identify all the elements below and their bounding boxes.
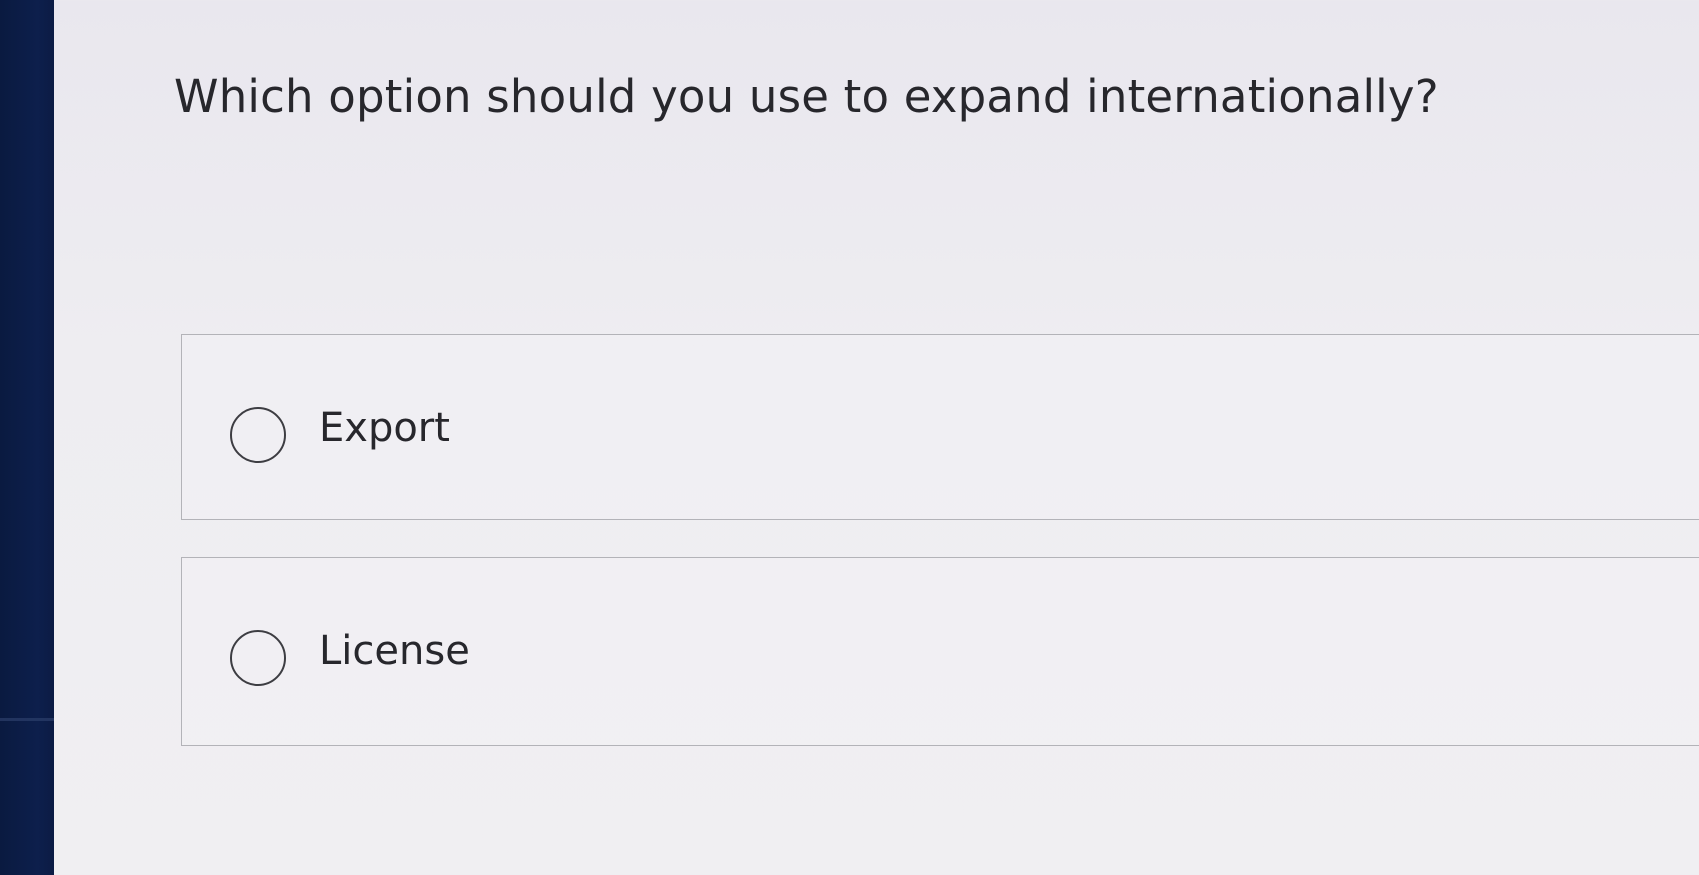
question-text: Which option should you use to expand in…	[174, 70, 1439, 123]
radio-button-icon[interactable]	[230, 630, 286, 686]
left-side-bar	[0, 0, 54, 875]
option-label: Export	[319, 405, 450, 451]
radio-button-icon[interactable]	[230, 407, 286, 463]
option-label: License	[319, 628, 470, 674]
option-license[interactable]: License	[181, 557, 1699, 746]
option-export[interactable]: Export	[181, 334, 1699, 520]
